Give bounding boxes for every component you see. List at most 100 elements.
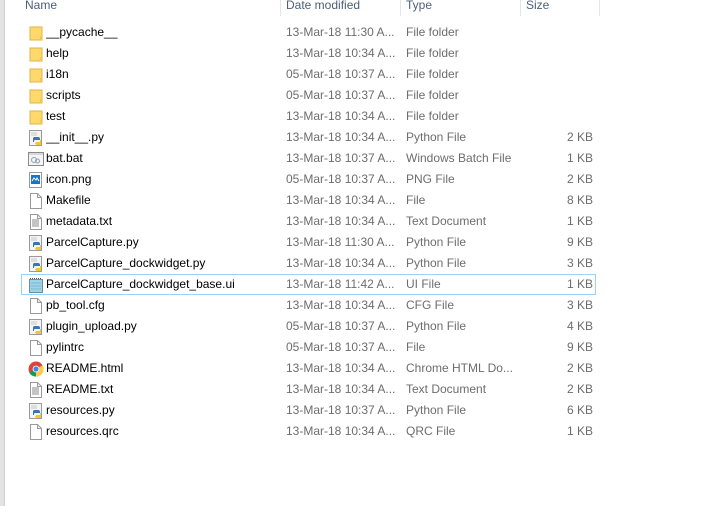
column-divider[interactable] <box>520 0 521 16</box>
file-row[interactable]: __pycache__ 13-Mar-18 11:30 A... File fold… <box>21 22 596 43</box>
file-row[interactable]: pb_tool.cfg 13-Mar-18 10:34 A... CFG File 3… <box>21 295 596 316</box>
file-type: Text Document <box>406 382 487 396</box>
file-type: Python File <box>406 403 467 417</box>
file-size: 2 KB <box>566 382 593 396</box>
file-row[interactable]: resources.qrc 13-Mar-18 10:34 A... QRC Fil… <box>21 421 596 442</box>
notepad-file-icon <box>28 277 44 293</box>
file-name: Makefile <box>46 193 91 207</box>
folder-icon <box>28 46 44 62</box>
file-name: scripts <box>46 88 81 102</box>
file-row[interactable]: icon.png 05-Mar-18 10:37 A... PNG File 2 KB <box>21 169 596 190</box>
file-size <box>526 44 593 63</box>
file-name: __init__.py <box>46 130 105 144</box>
file-row[interactable]: ParcelCapture_dockwidget.py 13-Mar-18 10:… <box>21 253 596 274</box>
navigation-pane-edge <box>0 0 5 506</box>
file-type: UI File <box>406 277 441 291</box>
file-date-modified: 13-Mar-18 10:34 A... <box>286 130 396 144</box>
file-type: File <box>406 340 426 354</box>
file-size: 4 KB <box>566 319 593 333</box>
file-date-modified: 13-Mar-18 10:34 A... <box>286 361 396 375</box>
file-date-modified: 05-Mar-18 10:37 A... <box>286 340 396 354</box>
file-date-modified: 13-Mar-18 10:34 A... <box>286 382 396 396</box>
file-type: Python File <box>406 319 467 333</box>
file-date-modified: 13-Mar-18 11:30 A... <box>286 25 395 39</box>
file-row[interactable]: resources.py 13-Mar-18 10:37 A... Python F… <box>21 400 596 421</box>
file-date-modified: 05-Mar-18 10:37 A... <box>286 319 396 333</box>
blank-file-icon <box>28 340 44 356</box>
file-row[interactable]: README.html 13-Mar-18 10:34 A... Chrome HT… <box>21 358 596 379</box>
file-size <box>526 65 593 84</box>
file-size: 2 KB <box>566 361 593 375</box>
file-size: 1 KB <box>566 151 593 165</box>
file-size: 8 KB <box>566 193 593 207</box>
file-type: File folder <box>406 46 459 60</box>
file-type: CFG File <box>406 298 454 312</box>
column-divider[interactable] <box>599 0 600 16</box>
file-type: PNG File <box>406 172 455 186</box>
file-row[interactable]: ParcelCapture.py 13-Mar-18 11:30 A... Pyth… <box>21 232 596 253</box>
file-name: metadata.txt <box>46 214 113 228</box>
file-row[interactable]: scripts 05-Mar-18 10:37 A... File folder <box>21 85 596 106</box>
file-date-modified: 05-Mar-18 10:37 A... <box>286 88 396 102</box>
file-row[interactable]: help 13-Mar-18 10:34 A... File folder <box>21 43 596 64</box>
file-size: 1 KB <box>566 277 593 291</box>
file-size: 3 KB <box>566 298 593 312</box>
file-type: File folder <box>406 88 459 102</box>
folder-icon <box>28 88 44 104</box>
file-name: ParcelCapture_dockwidget.py <box>46 256 206 270</box>
file-type: File folder <box>406 67 459 81</box>
file-date-modified: 13-Mar-18 11:42 A... <box>286 277 395 291</box>
file-type: File <box>406 193 426 207</box>
column-header-name[interactable]: Name <box>25 0 57 16</box>
file-date-modified: 13-Mar-18 10:34 A... <box>286 214 396 228</box>
file-size: 1 KB <box>566 214 593 228</box>
file-name: ParcelCapture_dockwidget_base.ui <box>46 277 235 291</box>
python-file-icon <box>28 256 44 272</box>
file-type: QRC File <box>406 424 456 438</box>
file-type: Python File <box>406 130 467 144</box>
file-row[interactable]: bat.bat 13-Mar-18 10:37 A... Windows Batch… <box>21 148 596 169</box>
column-divider[interactable] <box>400 0 401 16</box>
column-header-bar: Name Date modified Type Size <box>0 0 704 16</box>
file-row[interactable]: ParcelCapture_dockwidget_base.ui 13-Mar-1… <box>21 274 596 295</box>
file-row[interactable]: metadata.txt 13-Mar-18 10:34 A... Text Doc… <box>21 211 596 232</box>
file-row[interactable]: Makefile 13-Mar-18 10:34 A... File 8 KB <box>21 190 596 211</box>
python-file-icon <box>28 403 44 419</box>
file-name: bat.bat <box>46 151 83 165</box>
file-name: ParcelCapture.py <box>46 235 139 249</box>
file-name: resources.qrc <box>46 424 119 438</box>
file-row[interactable]: pylintrc 05-Mar-18 10:37 A... File 9 KB <box>21 337 596 358</box>
python-file-icon <box>28 319 44 335</box>
file-row[interactable]: plugin_upload.py 05-Mar-18 10:37 A... Pyth… <box>21 316 596 337</box>
column-divider[interactable] <box>280 0 281 16</box>
column-header-type[interactable]: Type <box>406 0 432 16</box>
file-row[interactable]: test 13-Mar-18 10:34 A... File folder <box>21 106 596 127</box>
file-row[interactable]: README.txt 13-Mar-18 10:34 A... Text Docum… <box>21 379 596 400</box>
blank-file-icon <box>28 424 44 440</box>
column-header-size[interactable]: Size <box>526 0 549 16</box>
python-file-icon <box>28 130 44 146</box>
file-row[interactable]: i18n 05-Mar-18 10:37 A... File folder <box>21 64 596 85</box>
file-type: Python File <box>406 256 467 270</box>
file-name: README.txt <box>46 382 114 396</box>
file-name: README.html <box>46 361 124 375</box>
file-name: plugin_upload.py <box>46 319 137 333</box>
file-size <box>526 86 593 105</box>
file-name: icon.png <box>46 172 92 186</box>
file-name: test <box>46 109 66 123</box>
file-date-modified: 13-Mar-18 10:34 A... <box>286 109 396 123</box>
column-header-date-modified[interactable]: Date modified <box>286 0 360 16</box>
chrome-icon <box>28 361 44 377</box>
file-size: 1 KB <box>566 424 593 438</box>
file-type: Windows Batch File <box>406 151 512 165</box>
file-name: pylintrc <box>46 340 85 354</box>
python-file-icon <box>28 235 44 251</box>
folder-icon <box>28 25 44 41</box>
file-date-modified: 13-Mar-18 10:34 A... <box>286 424 396 438</box>
file-date-modified: 13-Mar-18 10:37 A... <box>286 403 396 417</box>
file-size <box>526 107 593 126</box>
file-date-modified: 13-Mar-18 10:34 A... <box>286 46 396 60</box>
file-name: __pycache__ <box>46 25 118 39</box>
file-row[interactable]: __init__.py 13-Mar-18 10:34 A... Python Fi… <box>21 127 596 148</box>
file-name: i18n <box>46 67 69 81</box>
